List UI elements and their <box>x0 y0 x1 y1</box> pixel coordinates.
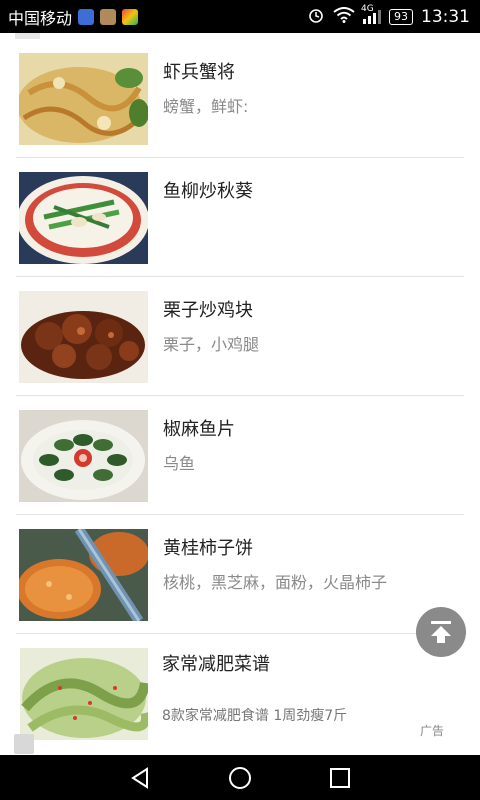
recipe-title: 黄桂柿子饼 <box>163 538 253 559</box>
ad-thumbnail <box>20 648 148 740</box>
recipe-ingredients: 核桃，黑芝麻，面粉，火晶柿子 <box>163 573 388 592</box>
nav-back-button[interactable] <box>125 763 155 793</box>
recipe-thumbnail <box>19 172 148 264</box>
ad-label: 广告 <box>420 724 445 738</box>
nav-home-button[interactable] <box>225 763 255 793</box>
ad-description: 8款家常减肥食谱 1周劲瘦7斤 <box>162 708 348 724</box>
signal-icon: 4G <box>361 4 381 24</box>
ad-list-item[interactable]: 家常减肥菜谱 8款家常减肥食谱 1周劲瘦7斤 广告 <box>16 634 464 752</box>
recipe-ingredients: 乌鱼 <box>163 454 196 473</box>
recipe-title: 鱼柳炒秋葵 <box>163 181 253 202</box>
list-item[interactable]: 椒麻鱼片 乌鱼 <box>16 396 464 515</box>
recipe-list-screen: 虾兵蟹将 螃蟹，鲜虾: 鱼柳炒秋葵 栗子炒鸡块 栗子，小鸡腿 椒麻鱼片 乌鱼 黄… <box>0 33 480 755</box>
recipe-thumbnail <box>19 53 148 145</box>
recipe-title: 椒麻鱼片 <box>163 419 235 440</box>
back-icon <box>131 766 148 789</box>
app-notification-icon <box>78 8 95 25</box>
ad-title: 家常减肥菜谱 <box>162 654 270 675</box>
ad-settings-icon[interactable] <box>14 734 34 754</box>
navigation-bar <box>0 755 480 800</box>
carrier-name: 中国移动 <box>8 8 73 28</box>
recipe-thumbnail <box>19 529 148 621</box>
wifi-icon <box>333 6 355 27</box>
recipe-thumbnail <box>19 410 148 502</box>
recipe-thumbnail <box>19 291 148 383</box>
status-bar: 中国移动 4G 93 13:31 <box>0 0 480 33</box>
recipe-title: 栗子炒鸡块 <box>163 300 253 321</box>
back-to-top-button[interactable] <box>416 607 466 657</box>
list-item[interactable]: 鱼柳炒秋葵 <box>16 158 464 277</box>
recipe-title: 虾兵蟹将 <box>163 62 235 83</box>
list-item[interactable]: 黄桂柿子饼 核桃，黑芝麻，面粉，火晶柿子 <box>16 515 464 634</box>
gallery-notification-icon <box>100 8 117 25</box>
recent-apps-icon <box>330 767 350 788</box>
back-to-top-icon <box>431 621 451 643</box>
home-icon <box>229 766 251 789</box>
clock: 13:31 <box>421 6 470 27</box>
recipe-ingredients: 螃蟹，鲜虾: <box>163 97 249 116</box>
nav-recent-apps-button[interactable] <box>325 763 355 793</box>
list-item[interactable]: 虾兵蟹将 螃蟹，鲜虾: <box>16 39 464 158</box>
list-item[interactable]: 栗子炒鸡块 栗子，小鸡腿 <box>16 277 464 396</box>
recipe-list[interactable]: 虾兵蟹将 螃蟹，鲜虾: 鱼柳炒秋葵 栗子炒鸡块 栗子，小鸡腿 椒麻鱼片 乌鱼 黄… <box>16 39 464 752</box>
store-notification-icon <box>122 8 139 25</box>
recipe-ingredients: 栗子，小鸡腿 <box>163 335 260 354</box>
network-type: 4G <box>361 3 374 14</box>
battery-indicator: 93 <box>389 8 413 25</box>
alarm-icon <box>307 6 325 28</box>
